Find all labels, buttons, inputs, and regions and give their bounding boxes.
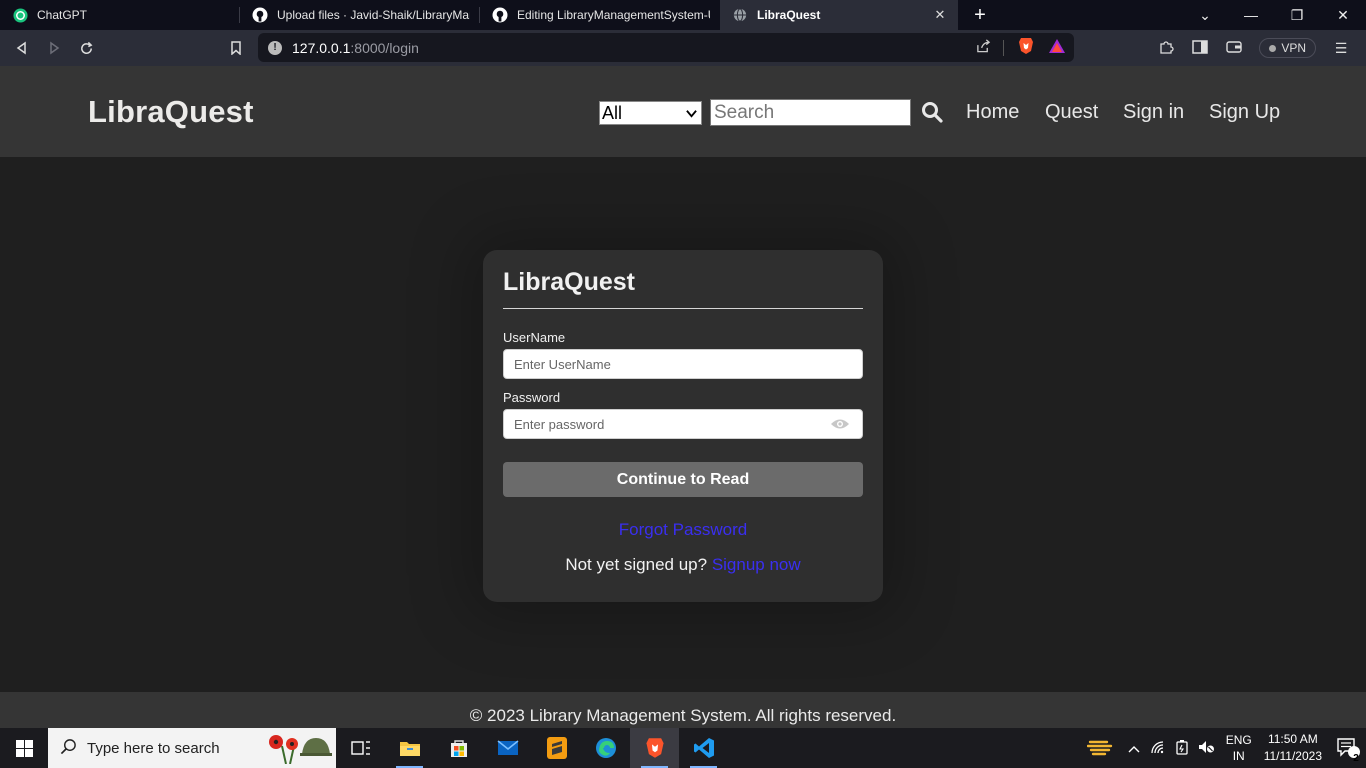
browser-toolbar: ! 127.0.0.1:8000/login VPN ☰: [0, 30, 1366, 66]
wallet-icon[interactable]: [1217, 40, 1251, 57]
vpn-button[interactable]: VPN: [1259, 38, 1316, 58]
menu-icon[interactable]: ☰: [1324, 40, 1358, 57]
forgot-password-link[interactable]: Forgot Password: [483, 520, 883, 540]
windows-taskbar: Type here to search ENG IN 11:50 AM 11/1…: [0, 728, 1366, 768]
search-input[interactable]: Search: [710, 99, 911, 126]
tab-search-chevron-icon[interactable]: ⌄: [1182, 7, 1228, 24]
close-window-icon[interactable]: ✕: [1320, 7, 1366, 24]
nav-sign-up[interactable]: Sign Up: [1209, 101, 1280, 124]
site-header: LibraQuest All Search Home Quest Sign in…: [0, 66, 1366, 157]
browser-tab-strip: ChatGPT Upload files · Javid-Shaik/Libra…: [0, 0, 1366, 30]
vpn-status-icon: [1269, 44, 1277, 52]
brave-shields-icon[interactable]: [1018, 37, 1034, 58]
reload-icon[interactable]: [70, 32, 102, 64]
url-path: :8000/login: [350, 39, 419, 56]
tab-title: Editing LibraryManagementSystem-Us: [517, 8, 710, 22]
address-bar[interactable]: ! 127.0.0.1:8000/login: [258, 33, 1074, 62]
clock[interactable]: 11:50 AM 11/11/2023: [1264, 731, 1322, 765]
login-card: LibraQuest UserName Enter UserName Passw…: [483, 250, 883, 602]
signup-prompt: Not yet signed up? Signup now: [565, 555, 801, 574]
tab-chatgpt[interactable]: ChatGPT: [0, 0, 240, 30]
notification-icon[interactable]: 2: [1332, 737, 1366, 764]
tab-editing[interactable]: Editing LibraryManagementSystem-Us: [480, 0, 720, 30]
vscode-icon[interactable]: [679, 728, 728, 768]
username-label: UserName: [503, 330, 566, 345]
url-host: 127.0.0.1: [292, 39, 351, 56]
poppy-helmet-icon: [262, 732, 332, 765]
chatgpt-icon: [12, 7, 28, 23]
nav-quest[interactable]: Quest: [1045, 101, 1098, 124]
eye-icon[interactable]: [830, 418, 850, 430]
windows-start-icon[interactable]: [0, 728, 48, 768]
site-footer: © 2023 Library Management System. All ri…: [0, 692, 1366, 728]
divider: [503, 308, 863, 309]
volume-icon[interactable]: [1194, 740, 1218, 757]
tab-title: Upload files · Javid-Shaik/LibraryMana: [277, 8, 470, 22]
tab-title: LibraQuest: [757, 8, 821, 22]
weather-icon[interactable]: [1078, 737, 1122, 760]
github-icon: [252, 7, 268, 23]
continue-button[interactable]: Continue to Read: [503, 462, 863, 497]
globe-icon: [732, 7, 748, 23]
signup-link[interactable]: Signup now: [712, 555, 801, 574]
nav-sign-in[interactable]: Sign in: [1123, 101, 1184, 124]
nav-home[interactable]: Home: [966, 101, 1019, 124]
search-icon: [60, 738, 77, 759]
edge-icon[interactable]: [581, 728, 630, 768]
forward-icon[interactable]: [38, 32, 70, 64]
sidebar-icon[interactable]: [1183, 39, 1217, 57]
share-icon[interactable]: [976, 39, 991, 56]
chevron-up-icon[interactable]: [1122, 741, 1146, 756]
close-icon[interactable]: ✕: [932, 7, 948, 23]
tab-title: ChatGPT: [37, 8, 88, 22]
site-brand[interactable]: LibraQuest: [88, 94, 254, 130]
extensions-icon[interactable]: [1149, 39, 1183, 58]
sublime-text-icon[interactable]: [532, 728, 581, 768]
password-input[interactable]: Enter password: [503, 409, 863, 439]
username-input[interactable]: Enter UserName: [503, 349, 863, 379]
restore-icon[interactable]: ❐: [1274, 7, 1320, 24]
login-title: LibraQuest: [503, 268, 635, 296]
new-tab-button[interactable]: +: [958, 0, 1002, 30]
brave-rewards-icon[interactable]: [1048, 38, 1066, 57]
bookmark-icon[interactable]: [220, 32, 252, 64]
file-explorer-icon[interactable]: [385, 728, 434, 768]
back-icon[interactable]: [6, 32, 38, 64]
site-info-icon[interactable]: !: [268, 40, 282, 55]
battery-icon[interactable]: [1170, 739, 1194, 758]
copyright-text: © 2023 Library Management System. All ri…: [469, 706, 897, 725]
search-category-select[interactable]: All: [599, 101, 702, 125]
task-view-icon[interactable]: [336, 728, 385, 768]
github-icon: [492, 7, 508, 23]
tab-upload-files[interactable]: Upload files · Javid-Shaik/LibraryMana: [240, 0, 480, 30]
microsoft-store-icon[interactable]: [434, 728, 483, 768]
mail-icon[interactable]: [483, 728, 532, 768]
chevron-down-icon: [686, 105, 697, 122]
language-indicator[interactable]: ENG IN: [1226, 732, 1252, 764]
window-controls: ⌄ — ❐ ✕: [1182, 0, 1366, 30]
search-icon[interactable]: [921, 101, 943, 123]
taskbar-search-input[interactable]: Type here to search: [48, 728, 336, 768]
password-label: Password: [503, 390, 561, 405]
minimize-icon[interactable]: —: [1228, 7, 1274, 23]
brave-browser-icon[interactable]: [630, 728, 679, 768]
wifi-icon[interactable]: [1146, 740, 1170, 757]
system-tray: ENG IN 11:50 AM 11/11/2023 2: [1078, 728, 1366, 768]
notification-count: 2: [1353, 753, 1359, 764]
tab-libraquest[interactable]: LibraQuest ✕: [720, 0, 958, 30]
